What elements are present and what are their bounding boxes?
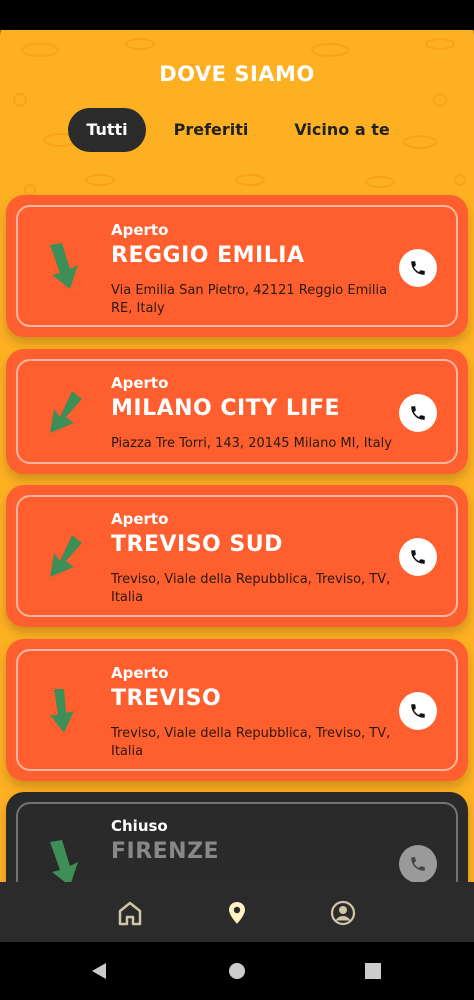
tab-tutti[interactable]: Tutti [68,108,146,152]
call-button[interactable] [399,538,437,576]
phone-frame: DOVE SIAMO Tutti Preferiti Vicino a te A… [0,0,474,1000]
direction-arrow-icon [50,535,82,577]
call-button[interactable] [399,845,437,882]
direction-arrow-icon [50,689,74,733]
status-label: Chiuso [111,817,168,835]
call-button[interactable] [399,394,437,432]
direction-arrow-icon [50,840,78,882]
phone-icon [411,704,425,718]
location-card-firenze[interactable]: Chiuso FIRENZE [6,792,468,882]
status-label: Aperto [111,510,169,528]
location-name: TREVISO SUD [111,532,283,557]
location-name: TREVISO [111,686,222,711]
location-address: Piazza Tre Torri, 143, 20145 Milano MI, … [111,436,392,451]
bottom-navigation [0,882,474,942]
location-card-treviso[interactable]: Aperto TREVISO Treviso, Viale della Repu… [6,639,468,781]
location-name: FIRENZE [111,839,220,864]
phone-icon [411,261,425,275]
location-name: MILANO CITY LIFE [111,396,341,421]
call-button[interactable] [399,692,437,730]
status-label: Aperto [111,664,169,682]
location-card-treviso-sud[interactable]: Aperto TREVISO SUD Treviso, Viale della … [6,485,468,627]
status-label: Aperto [111,221,169,239]
direction-arrow-icon [50,391,82,433]
home-icon[interactable] [117,900,143,926]
page-title: DOVE SIAMO [159,62,315,86]
filter-tabs: Tutti Preferiti Vicino a te [0,108,474,152]
location-address: Treviso, Viale della Repubblica, Treviso… [111,572,391,605]
phone-icon [411,406,425,420]
status-label: Aperto [111,374,169,392]
location-address: Via Emilia San Pietro, 42121 Reggio Emil… [111,283,388,316]
back-icon[interactable] [90,961,108,981]
system-navigation-bar [0,942,474,1000]
call-button[interactable] [399,249,437,287]
phone-icon [411,857,425,871]
location-card-reggio-emilia[interactable]: Aperto REGGIO EMILIA Via Emilia San Piet… [6,195,468,337]
location-address: Treviso, Viale della Repubblica, Treviso… [111,726,391,759]
home-circle-icon[interactable] [228,961,246,981]
location-pin-icon[interactable] [224,900,250,926]
status-bar [0,0,474,30]
tab-vicino-a-te[interactable]: Vicino a te [284,108,400,152]
profile-icon[interactable] [330,900,356,926]
location-name: REGGIO EMILIA [111,243,305,268]
recents-square-icon[interactable] [364,961,382,981]
phone-icon [411,550,425,564]
locations-screen: DOVE SIAMO Tutti Preferiti Vicino a te A… [0,30,474,882]
tab-preferiti[interactable]: Preferiti [164,108,258,152]
direction-arrow-icon [50,243,78,289]
location-card-milano-city-life[interactable]: Aperto MILANO CITY LIFE Piazza Tre Torri… [6,349,468,474]
